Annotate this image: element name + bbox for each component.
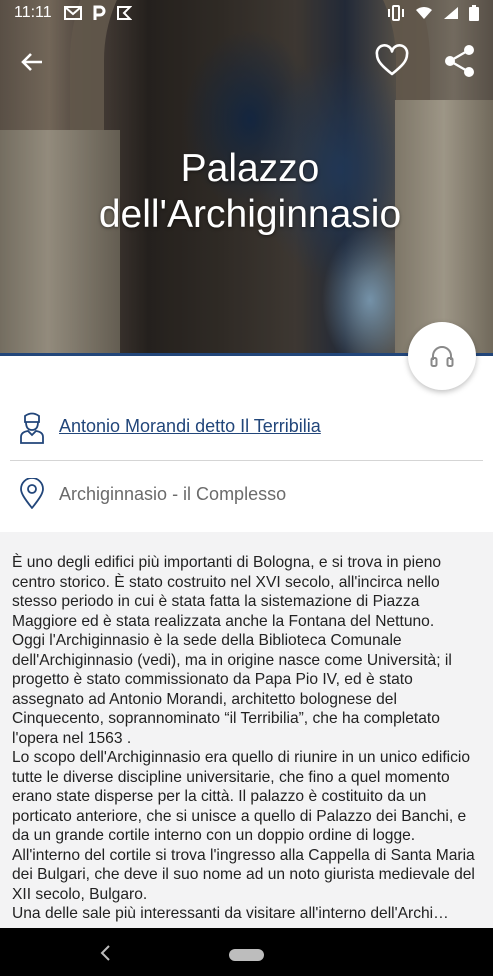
page-title: Palazzo dell'Archiginnasio [60, 146, 440, 238]
info-divider [10, 460, 483, 461]
share-button[interactable] [440, 41, 480, 81]
audio-guide-button[interactable] [408, 322, 476, 390]
gmail-icon [63, 6, 82, 20]
p-app-icon [93, 5, 106, 20]
nav-home-pill[interactable] [229, 949, 264, 961]
system-nav-bar [0, 928, 493, 976]
favorite-button[interactable] [372, 41, 412, 81]
status-notification-icons [63, 5, 132, 21]
hero-image: Palazzo dell'Archiginnasio [0, 0, 493, 356]
description-paragraph: Oggi l'Archiginnasio è la sede della Bib… [12, 632, 452, 747]
description-text: È uno degli edifici più importanti di Bo… [12, 553, 484, 927]
flag-app-icon [116, 6, 132, 20]
back-button[interactable] [14, 44, 50, 80]
headphones-icon [430, 346, 454, 367]
battery-icon [469, 5, 479, 21]
info-section: Antonio Morandi detto Il Terribilia Arch… [0, 356, 493, 532]
share-icon [445, 45, 474, 77]
heart-outline-icon [375, 44, 409, 76]
vibrate-icon [388, 5, 404, 21]
place-label[interactable]: Archiginnasio - il Complesso [59, 484, 286, 505]
person-icon [20, 412, 44, 444]
description-paragraph: È uno degli edifici più importanti di Bo… [12, 554, 442, 630]
place-row[interactable]: Archiginnasio - il Complesso [0, 474, 493, 514]
wifi-icon [416, 6, 432, 19]
wave-separator [0, 512, 493, 529]
status-time: 11:11 [14, 4, 52, 21]
status-system-icons [387, 5, 479, 21]
author-row[interactable]: Antonio Morandi detto Il Terribilia [0, 406, 493, 446]
nav-back-icon[interactable] [98, 944, 114, 962]
author-link[interactable]: Antonio Morandi detto Il Terribilia [59, 416, 321, 437]
description-paragraph: Una delle sale più interessanti da visit… [12, 905, 449, 922]
title-line-2: dell'Archiginnasio [98, 193, 402, 236]
title-line-1: Palazzo [180, 147, 320, 190]
arrow-back-icon [21, 53, 42, 71]
signal-icon [444, 7, 458, 19]
status-bar: 11:11 [0, 0, 493, 26]
description-paragraph: Lo scopo dell'Archiginnasio era quello d… [12, 749, 475, 903]
location-pin-icon [20, 478, 44, 509]
